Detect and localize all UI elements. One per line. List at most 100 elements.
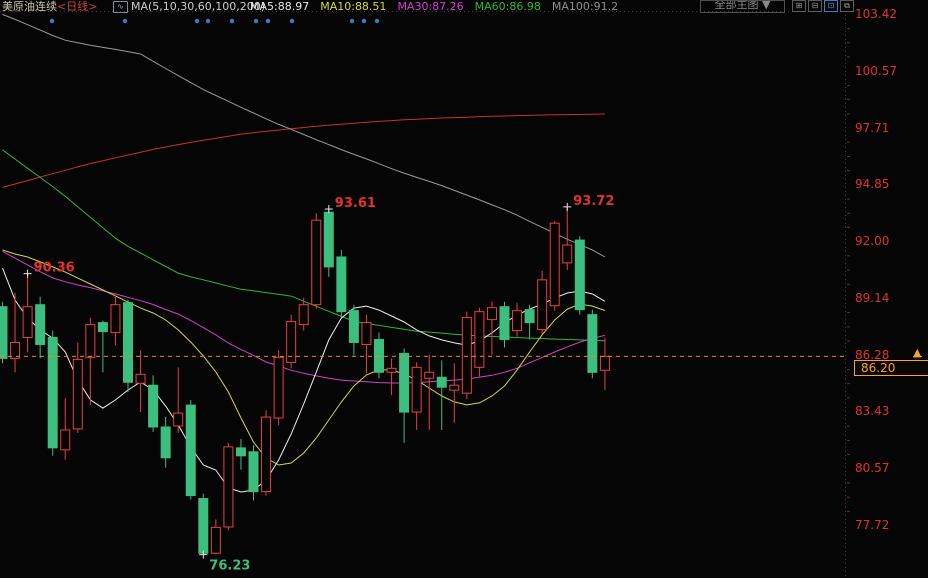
candle-down[interactable] bbox=[186, 405, 195, 495]
indicator-chart-icon[interactable]: ∿ bbox=[113, 1, 128, 13]
chart-header: 美原油连续<日线> ∿ MA(5,10,30,60,100,200) MA5:8… bbox=[0, 0, 928, 14]
candle-up[interactable] bbox=[600, 356, 609, 370]
ma-value: MA10:88.51 bbox=[320, 0, 386, 13]
candle-down[interactable] bbox=[249, 452, 258, 492]
candle-up[interactable] bbox=[387, 368, 396, 372]
minor-tick bbox=[847, 312, 850, 313]
current-price-badge: 86.20 bbox=[854, 360, 928, 376]
main-chart-icon[interactable]: ⊡ bbox=[824, 0, 838, 12]
minor-tick bbox=[847, 270, 850, 271]
minor-tick bbox=[847, 326, 850, 327]
price-tick-label: 92.00 bbox=[855, 234, 889, 248]
minor-tick bbox=[847, 255, 850, 256]
candle-up[interactable] bbox=[563, 245, 572, 263]
candlestick-chart[interactable]: 90.3693.6193.7276.23 bbox=[0, 0, 928, 578]
popout-icon[interactable]: ⧉ bbox=[840, 0, 854, 12]
candle-down[interactable] bbox=[0, 307, 7, 359]
main-chart-dropdown[interactable]: 全部主图 ▼ bbox=[700, 0, 785, 13]
period-label: <日线> bbox=[57, 0, 97, 13]
price-tick-label: 83.43 bbox=[855, 404, 889, 418]
minor-tick bbox=[847, 28, 850, 29]
minor-tick bbox=[847, 156, 850, 157]
price-tick-label: 80.57 bbox=[855, 461, 889, 475]
minor-tick bbox=[847, 426, 850, 427]
candle-up[interactable] bbox=[61, 430, 70, 450]
minor-tick bbox=[847, 284, 850, 285]
candle-up[interactable] bbox=[23, 307, 32, 338]
signal-dot bbox=[254, 19, 258, 23]
minor-tick bbox=[847, 113, 850, 114]
candle-up[interactable] bbox=[211, 527, 220, 553]
minor-tick bbox=[847, 454, 850, 455]
price-tick-label: 100.57 bbox=[855, 64, 897, 78]
split-panel-icon[interactable]: ⊟ bbox=[808, 0, 822, 12]
candle-up[interactable] bbox=[86, 325, 95, 358]
candle-up[interactable] bbox=[262, 417, 271, 492]
candle-up[interactable] bbox=[224, 447, 233, 527]
minor-tick bbox=[847, 42, 850, 43]
candle-up[interactable] bbox=[513, 311, 522, 331]
candle-down[interactable] bbox=[161, 427, 170, 458]
candle-down[interactable] bbox=[575, 240, 584, 310]
candle-up[interactable] bbox=[550, 223, 559, 306]
candle-down[interactable] bbox=[337, 257, 346, 312]
candle-up[interactable] bbox=[412, 367, 421, 412]
minor-tick bbox=[847, 213, 850, 214]
signal-dot bbox=[195, 19, 199, 23]
candle-down[interactable] bbox=[98, 323, 107, 332]
candle-up[interactable] bbox=[299, 305, 308, 325]
candle-down[interactable] bbox=[437, 377, 446, 387]
minor-tick bbox=[847, 227, 850, 228]
grid-layout-icon[interactable]: ⊞ bbox=[792, 0, 806, 12]
candle-down[interactable] bbox=[236, 448, 245, 456]
candle-up[interactable] bbox=[312, 220, 321, 305]
candle-up[interactable] bbox=[174, 413, 183, 426]
price-annotation: 93.72 bbox=[573, 194, 614, 209]
candle-down[interactable] bbox=[124, 303, 133, 383]
candle-up[interactable] bbox=[362, 323, 371, 345]
candle-up[interactable] bbox=[425, 372, 434, 378]
candle-down[interactable] bbox=[324, 212, 333, 267]
candle-up[interactable] bbox=[274, 357, 283, 418]
candle-down[interactable] bbox=[48, 338, 57, 448]
price-up-arrow-icon: ▲ bbox=[913, 347, 922, 357]
candle-down[interactable] bbox=[400, 353, 409, 412]
toolbar-icons: ⊞⊟⊡⧉ bbox=[792, 0, 856, 13]
minor-tick bbox=[847, 383, 850, 384]
instrument-name: 美原油连续 bbox=[2, 0, 57, 13]
candle-up[interactable] bbox=[487, 308, 496, 320]
candle-up[interactable] bbox=[475, 312, 484, 368]
candle-down[interactable] bbox=[525, 310, 534, 323]
minor-tick bbox=[847, 511, 850, 512]
ma-legend: MA5:88.97MA10:88.51MA30:87.26MA60:86.98M… bbox=[250, 0, 629, 13]
price-annotation: 93.61 bbox=[335, 196, 376, 211]
minor-tick bbox=[847, 440, 850, 441]
candle-down[interactable] bbox=[199, 499, 208, 554]
candle-up[interactable] bbox=[136, 374, 145, 383]
minor-tick bbox=[847, 497, 850, 498]
candle-down[interactable] bbox=[588, 315, 597, 373]
minor-tick bbox=[847, 199, 850, 200]
candle-down[interactable] bbox=[349, 311, 358, 343]
ma-value: MA30:87.26 bbox=[397, 0, 463, 13]
candle-down[interactable] bbox=[500, 307, 509, 340]
candle-up[interactable] bbox=[73, 359, 82, 429]
minor-tick bbox=[847, 341, 850, 342]
candle-up[interactable] bbox=[538, 280, 547, 330]
candle-down[interactable] bbox=[36, 305, 45, 345]
signal-dot bbox=[375, 19, 379, 23]
signal-dot bbox=[362, 19, 366, 23]
price-annotation: 90.36 bbox=[34, 261, 75, 276]
ma-line-ma100 bbox=[3, 14, 605, 257]
candle-up[interactable] bbox=[450, 385, 459, 390]
candle-up[interactable] bbox=[111, 305, 120, 333]
candle-down[interactable] bbox=[149, 385, 158, 427]
signal-dot bbox=[350, 19, 354, 23]
ma-line-ma200 bbox=[3, 114, 605, 187]
dropdown-label: 全部主图 ▼ bbox=[701, 0, 784, 11]
minor-tick bbox=[847, 85, 850, 86]
candle-up[interactable] bbox=[462, 318, 471, 394]
price-tick-label: 77.72 bbox=[855, 518, 889, 532]
ma-value: MA100:91.2 bbox=[552, 0, 618, 13]
minor-tick bbox=[847, 397, 850, 398]
